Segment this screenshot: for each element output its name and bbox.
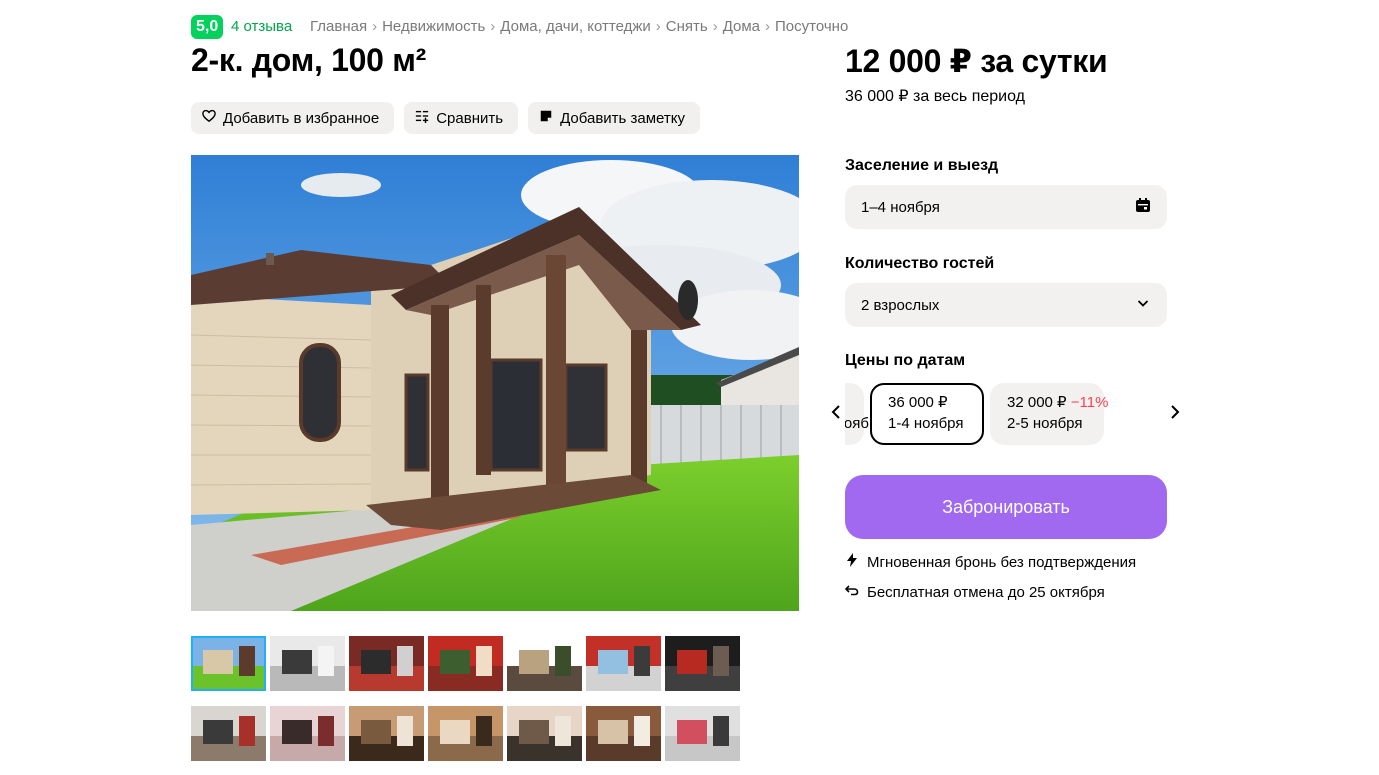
checkin-date-value: 1–4 ноября [861,198,940,216]
photo-thumbnail[interactable] [586,706,661,761]
feature-cancel-label: Бесплатная отмена до 25 октября [867,583,1105,601]
photo-thumbnail[interactable] [507,636,582,691]
breadcrumb-separator: › [490,18,496,35]
photo-thumbnail[interactable] [349,706,424,761]
photo-thumbnail[interactable] [270,706,345,761]
guests-label: Количество гостей [845,255,995,272]
date-range: 1-4 ноября [888,415,964,432]
checkin-date-field[interactable]: 1–4 ноября [845,185,1167,229]
listing-title: 2-к. дом, 100 м² [191,42,426,78]
date-price-card[interactable]: 36 000 ₽ 1-4 ноября [870,383,984,445]
photo-thumbnail[interactable] [507,706,582,761]
book-button[interactable]: Забронировать [845,475,1167,539]
date-price-value: 32 000 ₽ [1007,394,1067,411]
breadcrumb-separator: › [712,18,718,35]
lightning-icon [845,553,859,571]
date-range: 31 окт - 3 нояб [845,415,869,432]
breadcrumb-item-realty[interactable]: Недвижимость [382,18,485,35]
breadcrumb-item-home[interactable]: Главная [310,18,367,35]
chevron-right-icon [1169,404,1181,425]
photo-thumbnail[interactable] [586,636,661,691]
date-range: 2-5 ноября [1007,415,1083,432]
breadcrumb-item-rent[interactable]: Снять [666,18,708,35]
photo-thumbnail[interactable] [428,636,503,691]
compare-icon [415,109,429,127]
feature-instant-label: Мгновенная бронь без подтверждения [867,553,1137,571]
photo-thumbnail[interactable] [665,706,740,761]
note-icon [539,109,553,127]
breadcrumb-item-homes[interactable]: Дома [723,18,760,35]
date-cards-track: 39 000 ₽ 31 окт - 3 нояб 36 000 ₽ 1-4 ноябр… [845,383,1108,445]
date-price-value: 36 000 ₽ [888,394,948,411]
price-per-day: 12 000 ₽ за сутки [845,43,1108,79]
date-price-carousel: 39 000 ₽ 31 окт - 3 нояб 36 000 ₽ 1-4 ноябр… [826,383,1186,445]
reviews-link[interactable]: 4 отзыва [231,18,292,35]
main-photo[interactable] [191,155,799,611]
undo-arrow-icon [844,583,859,601]
checkin-label: Заселение и выезд [845,157,999,174]
guests-select[interactable]: 2 взрослых [845,283,1167,327]
breadcrumb-separator: › [655,18,661,35]
compare-button[interactable]: Сравнить [404,102,519,134]
photo-thumbnail[interactable] [191,636,266,691]
price-total: 36 000 ₽ за весь период [845,88,1025,105]
photo-thumbnail[interactable] [349,636,424,691]
carousel-next-button[interactable] [1165,403,1185,425]
add-note-button[interactable]: Добавить заметку [528,102,700,134]
feature-free-cancel: Бесплатная отмена до 25 октября [844,583,1105,601]
feature-instant-booking: Мгновенная бронь без подтверждения [845,553,1136,571]
date-price-card[interactable]: 39 000 ₽ 31 окт - 3 нояб [845,383,869,445]
photo-thumbnail[interactable] [428,706,503,761]
add-note-label: Добавить заметку [560,109,685,127]
chevron-left-icon [830,404,842,425]
date-price-card[interactable]: 32 000 ₽ −11% 2-5 ноября [990,383,1108,445]
listing-actions: Добавить в избранное Сравнить Добавить з… [191,102,700,134]
date-price-value-row: 36 000 ₽ [888,392,966,413]
breadcrumb: Главная › Недвижимость › Дома, дачи, кот… [310,18,848,35]
photo-thumbnail[interactable] [270,636,345,691]
breadcrumb-separator: › [765,18,771,35]
photo-thumbnail[interactable] [191,706,266,761]
thumbnail-strip [191,636,751,761]
date-price-value-row: 32 000 ₽ −11% [1007,392,1108,413]
dates-label: Цены по датам [845,352,966,369]
guests-value: 2 взрослых [861,296,940,314]
photo-thumbnail[interactable] [665,636,740,691]
chevron-down-icon [1135,295,1151,315]
heart-icon [202,109,216,127]
date-discount-badge: −11% [1070,394,1109,411]
date-price-value-row: 39 000 ₽ [845,392,847,413]
carousel-prev-button[interactable] [826,403,846,425]
add-to-favorites-label: Добавить в избранное [223,109,380,127]
add-to-favorites-button[interactable]: Добавить в избранное [191,102,395,134]
date-cards-viewport: 39 000 ₽ 31 окт - 3 нояб 36 000 ₽ 1-4 ноябр… [845,383,1167,445]
rating-badge: 5,0 [191,15,224,39]
compare-label: Сравнить [436,109,504,127]
calendar-icon [1135,197,1151,217]
house-photo [191,155,799,611]
breadcrumb-item-daily[interactable]: Посуточно [775,18,848,35]
breadcrumb-separator: › [372,18,378,35]
breadcrumb-item-houses[interactable]: Дома, дачи, коттеджи [500,18,650,35]
